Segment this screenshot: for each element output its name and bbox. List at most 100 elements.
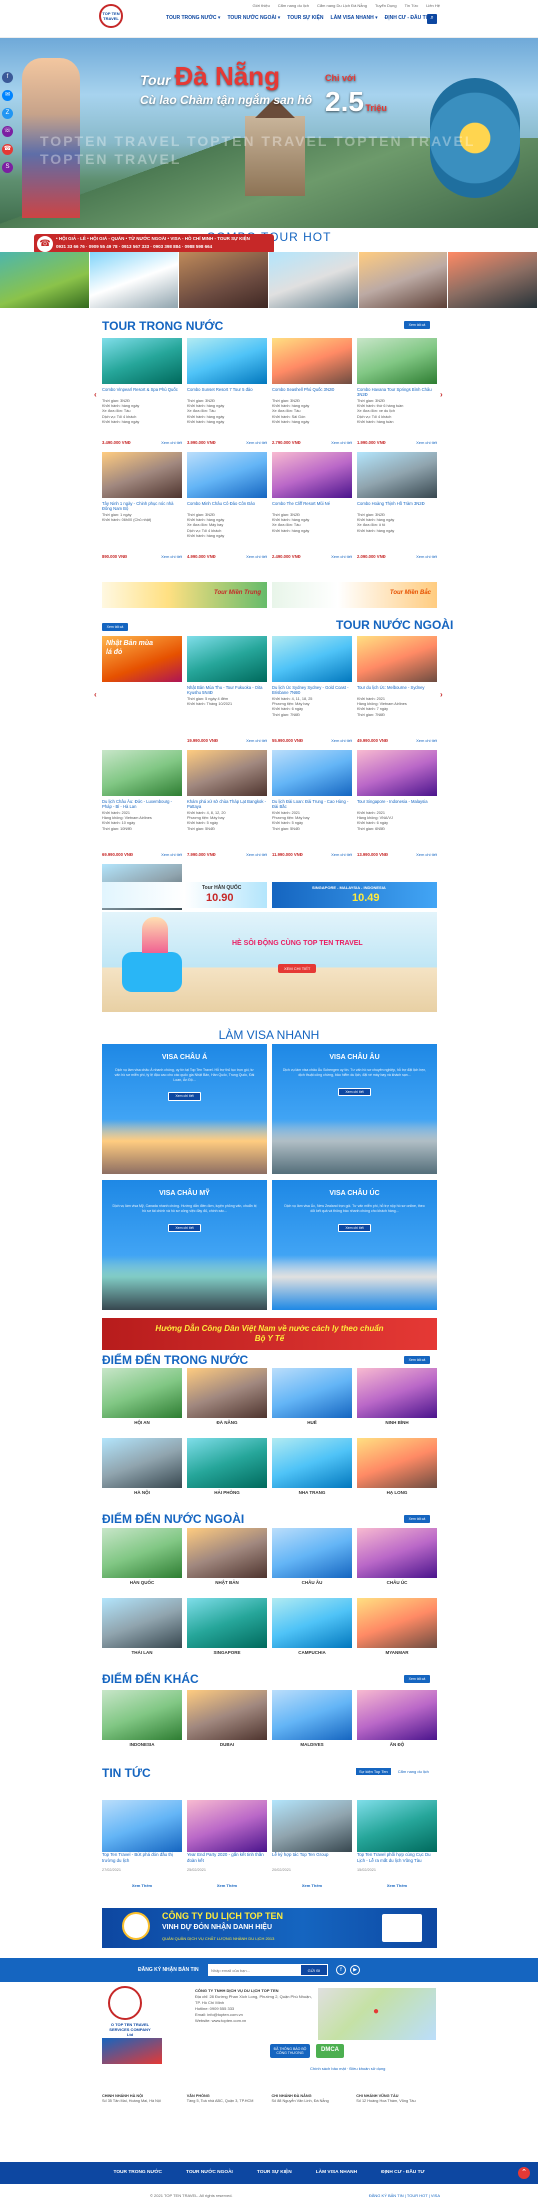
tour-image[interactable] bbox=[357, 452, 437, 498]
tour-card[interactable]: Tour Singapore - Indonesia - Malaysia Khở… bbox=[357, 750, 437, 860]
news-card[interactable]: Top Ten Travel - Bứt phá đón đầu thị trư… bbox=[102, 1800, 182, 1920]
destination-image[interactable] bbox=[272, 1438, 352, 1488]
overseas-view-all-button[interactable]: Xem tất cả bbox=[102, 623, 128, 631]
tour-image[interactable] bbox=[357, 636, 437, 682]
destination-card[interactable]: HẠ LONG bbox=[357, 1438, 437, 1500]
destination-image[interactable] bbox=[102, 1438, 182, 1488]
top-link-news[interactable]: Tin Tức bbox=[405, 3, 419, 12]
tour-card[interactable]: Tour du lịch Úc: Melbourne - Sydney Khởi … bbox=[357, 636, 437, 746]
news-title[interactable]: Top Ten Travel phối hợp cùng Cục Du Lịch… bbox=[357, 1852, 437, 1866]
combo-image[interactable] bbox=[89, 252, 180, 308]
news-more-link[interactable]: Xem Thêm bbox=[102, 1883, 182, 1888]
tour-detail-link[interactable]: Xem chi tiết bbox=[246, 554, 267, 559]
destination-card[interactable]: HÀN QUỐC bbox=[102, 1528, 182, 1590]
overseas-prev-arrow-icon[interactable]: ‹ bbox=[94, 690, 97, 700]
footer-brand-image[interactable] bbox=[102, 2038, 162, 2064]
destination-image[interactable] bbox=[187, 1368, 267, 1418]
skype-icon[interactable]: S bbox=[2, 162, 13, 173]
tour-image[interactable] bbox=[187, 750, 267, 796]
banner-korea-tour[interactable]: Tour HÀN QUỐC 10.90 bbox=[102, 882, 267, 908]
search-button[interactable]: ⌕ bbox=[427, 14, 437, 24]
tour-image[interactable] bbox=[187, 452, 267, 498]
tour-detail-link[interactable]: Xem chi tiết bbox=[246, 738, 267, 743]
news-image[interactable] bbox=[102, 1800, 182, 1852]
award-banner[interactable]: CÔNG TY DU LỊCH TOP TEN VINH DỰ ĐÓN NHẬN… bbox=[102, 1908, 437, 1948]
footer-website[interactable]: Website: www.topten.com.vn bbox=[195, 2018, 315, 2024]
destination-image[interactable] bbox=[357, 1690, 437, 1740]
destination-image[interactable] bbox=[357, 1598, 437, 1648]
destination-image[interactable] bbox=[357, 1528, 437, 1578]
destination-card[interactable]: THÁI LAN bbox=[102, 1598, 182, 1660]
tour-detail-link[interactable]: Xem chi tiết bbox=[161, 554, 182, 559]
other-dest-view-all[interactable]: Xem tất cả bbox=[404, 1675, 430, 1683]
tour-card[interactable]: Tây Ninh 1 ngày - Chinh phục nóc nhà Đôn… bbox=[102, 452, 182, 562]
destination-card[interactable]: MALDIVES bbox=[272, 1690, 352, 1752]
tour-detail-link[interactable]: Xem chi tiết bbox=[246, 852, 267, 857]
phone-icon[interactable]: ☎ bbox=[2, 144, 13, 155]
nav-visa[interactable]: LÀM VISA NHANH ▾ bbox=[331, 15, 378, 21]
combo-image[interactable] bbox=[448, 252, 538, 308]
news-more-link[interactable]: Xem Thêm bbox=[357, 1883, 437, 1888]
tour-image[interactable] bbox=[272, 338, 352, 384]
tour-title[interactable]: Tây Ninh 1 ngày - Chinh phục nóc nhà Đôn… bbox=[102, 501, 182, 511]
destination-card[interactable]: HÀ NỘI bbox=[102, 1438, 182, 1500]
visa-america-button[interactable]: Xem chi tiết bbox=[168, 1223, 201, 1232]
destination-image[interactable] bbox=[357, 1438, 437, 1488]
newsletter-submit-button[interactable]: GỬI ĐI bbox=[300, 1964, 328, 1976]
tour-card[interactable]: Du lịch Đài Loan: Đài Trung - Cao Hùng -… bbox=[272, 750, 352, 860]
destination-image[interactable] bbox=[102, 1368, 182, 1418]
destination-card[interactable]: CAMPUCHIA bbox=[272, 1598, 352, 1660]
tour-card[interactable]: Combo The Cliff Resort Mũi Né Thời gian: … bbox=[272, 452, 352, 562]
destination-image[interactable] bbox=[187, 1438, 267, 1488]
tour-title[interactable]: Combo Havana Tour Springs Bình Châu 3N2Đ bbox=[357, 387, 437, 397]
hotline-banner[interactable]: ☎ • HỘI GIẢ - LỄ • HỘI GIÁ - QUÁN • TỪ N… bbox=[34, 234, 274, 254]
combo-image[interactable] bbox=[0, 252, 90, 308]
footer-bct-badge[interactable]: ĐÃ THÔNG BÁO BỘ CÔNG THƯƠNG bbox=[270, 2044, 310, 2058]
destination-card[interactable]: HẢI PHÒNG bbox=[187, 1438, 267, 1500]
destination-image[interactable] bbox=[272, 1690, 352, 1740]
facebook-icon[interactable]: f bbox=[2, 72, 13, 83]
tour-title[interactable]: Combo Sunset Resort 7 Tour 5 đảo bbox=[187, 387, 267, 397]
site-logo[interactable]: TOP TEN TRAVEL bbox=[99, 4, 123, 28]
tour-image[interactable] bbox=[272, 750, 352, 796]
domestic-dest-view-all[interactable]: Xem tất cả bbox=[404, 1356, 430, 1364]
tour-title[interactable]: Combo Vinpearl Resort & Spa Phú Quốc bbox=[102, 387, 182, 397]
tour-image[interactable] bbox=[272, 452, 352, 498]
tour-title[interactable]: Combo Seashell Phú Quốc 3N2Đ bbox=[272, 387, 352, 397]
destination-image[interactable] bbox=[187, 1528, 267, 1578]
tour-title[interactable]: Combo Minh Châu Cô Đảo Côn Đảo bbox=[187, 501, 267, 511]
visa-asia-button[interactable]: Xem chi tiết bbox=[168, 1092, 201, 1101]
footer-nav-domestic[interactable]: TOUR TRONG NƯỚC bbox=[113, 2170, 162, 2176]
viber-icon[interactable]: ☏ bbox=[2, 126, 13, 137]
destination-card[interactable]: HỘI AN bbox=[102, 1368, 182, 1430]
tour-detail-link[interactable]: Xem chi tiết bbox=[416, 852, 437, 857]
tab-events[interactable]: Sự kiện Top Ten bbox=[356, 1768, 391, 1775]
tour-detail-link[interactable]: Xem chi tiết bbox=[331, 852, 352, 857]
visa-australia-button[interactable]: Xem chi tiết bbox=[338, 1223, 371, 1232]
tour-title[interactable]: Du lịch Úc Sydney Sydney - Gold Coast - … bbox=[272, 685, 352, 695]
news-image[interactable] bbox=[187, 1800, 267, 1852]
destination-card[interactable]: MYANMAR bbox=[357, 1598, 437, 1660]
nav-domestic-tour[interactable]: TOUR TRONG NƯỚC ▾ bbox=[166, 15, 220, 21]
footer-nav-event[interactable]: TOUR SỰ KIỆN bbox=[257, 2170, 292, 2176]
nav-overseas-tour[interactable]: TOUR NƯỚC NGOÀI ▾ bbox=[227, 15, 280, 21]
news-card[interactable]: Lễ ký hợp tác Top Ten Group 20/02/2021 Xem… bbox=[272, 1800, 352, 1920]
destination-card[interactable]: SINGAPORE bbox=[187, 1598, 267, 1660]
destination-image[interactable] bbox=[187, 1598, 267, 1648]
banner-central-tour[interactable]: Tour Miền Trung bbox=[102, 582, 267, 608]
tour-title[interactable]: Tour Singapore - Indonesia - Malaysia bbox=[357, 799, 437, 809]
combo-image[interactable] bbox=[269, 252, 359, 308]
tour-image[interactable] bbox=[102, 750, 182, 796]
footer-nav-immigration[interactable]: ĐỊNH CƯ - ĐẦU TƯ bbox=[381, 2170, 424, 2176]
tour-title[interactable]: Tour du lịch Úc: Melbourne - Sydney bbox=[357, 685, 437, 695]
visa-australia-card[interactable]: VISA CHÂU ÚC Dịch vụ làm visa Úc, New Ze… bbox=[272, 1180, 437, 1310]
hero-banner[interactable]: TOPTEN TRAVEL TOPTEN TRAVEL TOPTEN TRAVE… bbox=[0, 38, 538, 228]
destination-card[interactable]: ẤN ĐỘ bbox=[357, 1690, 437, 1752]
destination-card[interactable]: CHÂU ÚC bbox=[357, 1528, 437, 1590]
summer-detail-button[interactable]: XEM CHI TIẾT bbox=[278, 964, 317, 973]
visa-asia-card[interactable]: VISA CHÂU Á Dịch vụ làm visa châu Á nhan… bbox=[102, 1044, 267, 1174]
visa-europe-button[interactable]: Xem chi tiết bbox=[338, 1087, 371, 1096]
destination-image[interactable] bbox=[102, 1690, 182, 1740]
top-link-contact[interactable]: Liên Hệ bbox=[426, 3, 440, 12]
banner-north-tour[interactable]: Tour Miền Bắc bbox=[272, 582, 437, 608]
